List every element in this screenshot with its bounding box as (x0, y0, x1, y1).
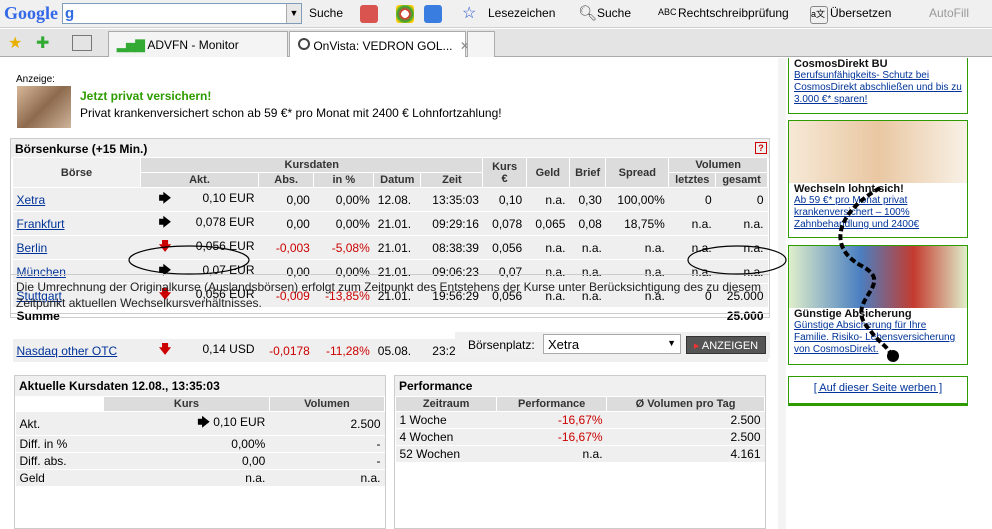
annotation-scribble (838, 186, 893, 361)
annotation-dot (887, 350, 899, 362)
annotation-ellipse (128, 245, 250, 275)
annotation-overlay (128, 186, 899, 362)
annotation-ellipse (687, 245, 787, 275)
